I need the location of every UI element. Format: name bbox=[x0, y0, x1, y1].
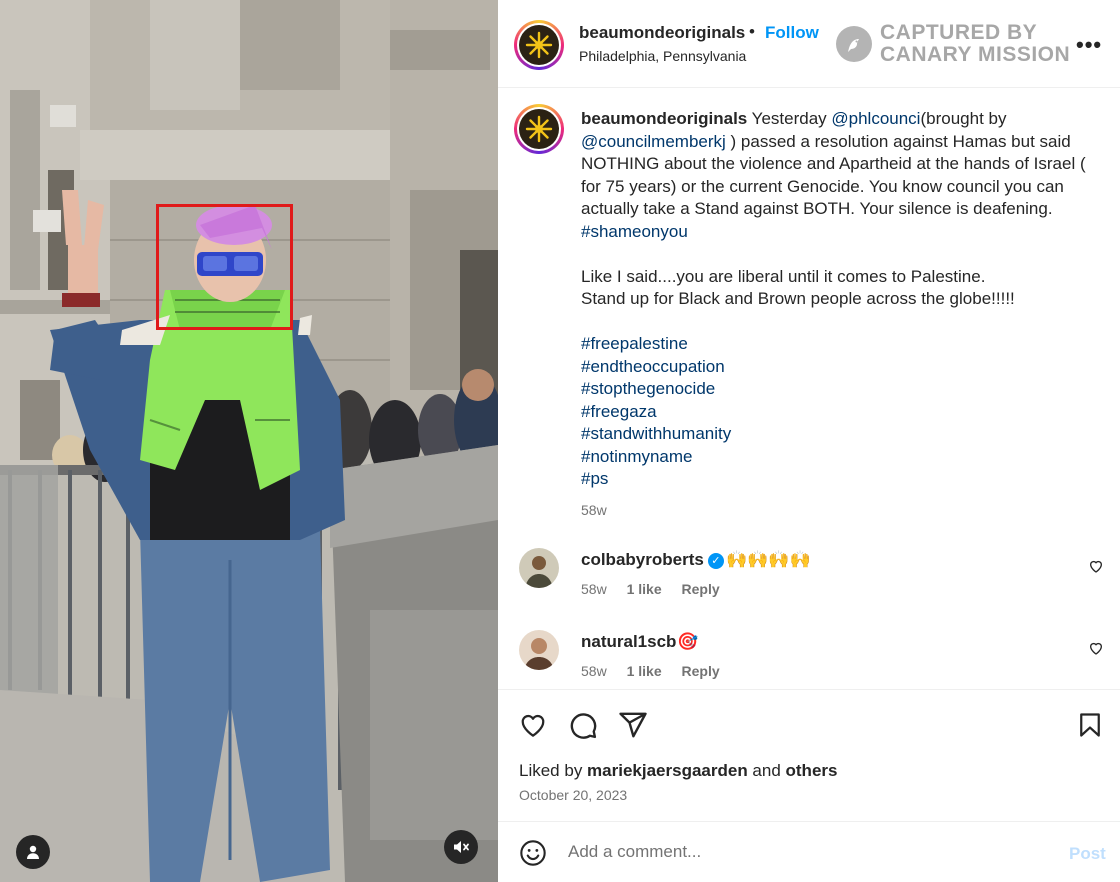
comment-timestamp[interactable]: 58w bbox=[581, 581, 607, 597]
mute-toggle-button[interactable] bbox=[444, 830, 478, 864]
canary-bird-icon bbox=[836, 26, 872, 62]
hashtag-link[interactable]: #standwithhumanity bbox=[581, 423, 1086, 446]
liked-by-others-link[interactable]: others bbox=[786, 761, 838, 780]
caption-username[interactable]: beaumondeoriginals bbox=[581, 109, 747, 128]
hashtag-link[interactable]: #freegaza bbox=[581, 401, 1086, 424]
like-button[interactable] bbox=[518, 710, 548, 745]
liked-by-user-link[interactable]: mariekjaersgaarden bbox=[587, 761, 748, 780]
post-comment-button[interactable]: Post bbox=[1069, 844, 1106, 864]
author-avatar[interactable] bbox=[514, 20, 564, 70]
paper-plane-icon bbox=[619, 712, 647, 738]
caption-text: beaumondeoriginals Yesterday @phlcounci(… bbox=[581, 108, 1086, 491]
face-highlight-box bbox=[156, 204, 293, 330]
post-actions: Liked by mariekjaersgaarden and others O… bbox=[498, 689, 1120, 821]
canary-mission-watermark: CAPTURED BY CANARY MISSION bbox=[836, 22, 1070, 66]
comment-item: colbabyroberts ✓ 🙌🙌🙌🙌 58w 1 like Reply bbox=[498, 548, 1120, 628]
watermark-line-1: CAPTURED BY bbox=[880, 21, 1038, 44]
caption-text-part: Yesterday bbox=[747, 109, 832, 128]
commenter-username[interactable]: natural1scb bbox=[581, 632, 676, 652]
hashtag-link[interactable]: #endtheoccupation bbox=[581, 356, 1086, 379]
hashtag-link[interactable]: #freepalestine bbox=[581, 333, 1086, 356]
share-button[interactable] bbox=[618, 710, 648, 745]
comment-like-button[interactable] bbox=[1088, 558, 1104, 579]
caption-timestamp[interactable]: 58w bbox=[581, 502, 607, 518]
bookmark-icon bbox=[1080, 713, 1100, 737]
watermark-line-2: CANARY MISSION bbox=[880, 43, 1071, 66]
comment-like-button[interactable] bbox=[1088, 640, 1104, 661]
liked-by-text: Liked by mariekjaersgaarden and others bbox=[519, 761, 838, 780]
smiley-icon bbox=[520, 840, 546, 866]
comment-timestamp[interactable]: 58w bbox=[581, 663, 607, 679]
post-media[interactable] bbox=[0, 0, 498, 882]
comment-icon bbox=[570, 713, 597, 739]
caption-section: beaumondeoriginals Yesterday @phlcounci(… bbox=[498, 89, 1120, 689]
caption-author-avatar[interactable] bbox=[514, 104, 564, 154]
hashtag-link[interactable]: #ps bbox=[581, 468, 1086, 491]
comment-meta: 58w 1 like Reply bbox=[581, 581, 736, 597]
comment-likes[interactable]: 1 like bbox=[627, 581, 662, 597]
caption-line: Like I said....you are liberal until it … bbox=[581, 266, 986, 286]
user-tag-icon bbox=[25, 844, 41, 860]
reply-button[interactable]: Reply bbox=[682, 663, 720, 679]
commenter-username[interactable]: colbabyroberts ✓ bbox=[581, 550, 724, 570]
verified-badge-icon: ✓ bbox=[707, 553, 724, 569]
post-header: beaumondeoriginals • Follow Philadelphia… bbox=[498, 0, 1120, 88]
author-username[interactable]: beaumondeoriginals bbox=[579, 23, 745, 43]
comment-likes[interactable]: 1 like bbox=[627, 663, 662, 679]
speaker-muted-icon bbox=[452, 838, 470, 856]
comment-button[interactable] bbox=[568, 710, 598, 745]
save-button[interactable] bbox=[1076, 710, 1104, 745]
caption-text-part: (brought by bbox=[920, 109, 1007, 128]
reply-button[interactable]: Reply bbox=[682, 581, 720, 597]
heart-icon bbox=[521, 714, 545, 737]
post-location[interactable]: Philadelphia, Pennsylvania bbox=[579, 48, 746, 64]
sun-logo-icon bbox=[525, 31, 553, 59]
comment-text: 🙌🙌🙌🙌 bbox=[726, 550, 811, 569]
post-photo bbox=[0, 0, 498, 882]
post-details-panel: beaumondeoriginals • Follow Philadelphia… bbox=[498, 0, 1120, 882]
add-comment-bar: Post bbox=[498, 821, 1120, 882]
comment-meta: 58w 1 like Reply bbox=[581, 663, 736, 679]
emoji-button[interactable] bbox=[519, 839, 547, 872]
hashtag-link[interactable]: #shameonyou bbox=[581, 222, 688, 241]
separator-dot: • bbox=[749, 22, 755, 41]
comment-text: 🎯 bbox=[677, 632, 699, 651]
heart-icon bbox=[1089, 642, 1103, 655]
commenter-avatar[interactable] bbox=[519, 548, 559, 588]
commenter-avatar[interactable] bbox=[519, 630, 559, 670]
more-options-button[interactable]: ••• bbox=[1076, 32, 1102, 58]
comment-input[interactable] bbox=[568, 836, 1028, 868]
mention-link[interactable]: @phlcounci bbox=[831, 109, 920, 128]
hashtag-link[interactable]: #notinmyname bbox=[581, 446, 1086, 469]
caption-line: Stand up for Black and Brown people acro… bbox=[581, 289, 1015, 308]
sun-logo-icon bbox=[525, 115, 553, 143]
tagged-users-button[interactable] bbox=[16, 835, 50, 869]
mention-link[interactable]: @councilmemberkj bbox=[581, 132, 726, 151]
post-date[interactable]: October 20, 2023 bbox=[519, 787, 627, 803]
hashtag-link[interactable]: #stopthegenocide bbox=[581, 378, 1086, 401]
follow-button[interactable]: Follow bbox=[765, 23, 819, 43]
heart-icon bbox=[1089, 560, 1103, 573]
